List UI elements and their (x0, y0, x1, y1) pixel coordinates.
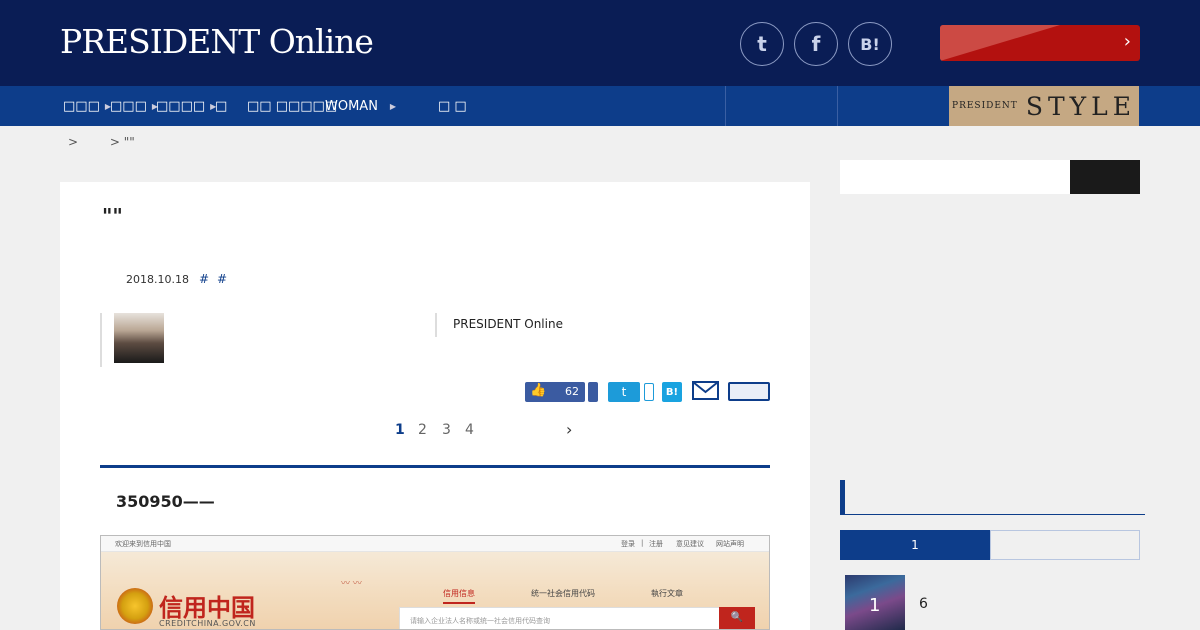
hatena-share-button[interactable]: B! (662, 382, 682, 402)
article-card: "" 2018.10.18 # # PRESIDENT Online 👍 62 … (60, 182, 810, 630)
breadcrumb-current[interactable]: > "" (110, 135, 135, 149)
ranking-tab-inactive[interactable] (990, 530, 1140, 560)
sidebar-search-input[interactable] (840, 160, 1070, 194)
caret-right-icon: ▶ (389, 101, 397, 111)
style-badge-big: STYLE (1025, 91, 1136, 121)
save-article-button[interactable] (728, 382, 770, 401)
twitter-share-button[interactable]: t (608, 382, 640, 402)
nav-item-1[interactable]: □□□ ▶ (63, 86, 111, 126)
facebook-share-button[interactable] (588, 382, 598, 402)
sidebar-search-button[interactable] (1070, 160, 1140, 194)
article-tag[interactable]: # (217, 272, 227, 286)
facebook-like-button[interactable]: 👍 62 (525, 382, 585, 402)
ranking-title[interactable]: 6 (919, 596, 928, 612)
facebook-like-count: 62 (565, 385, 579, 398)
nav-item-5[interactable]: □□ □□□□□ (247, 86, 337, 126)
embedded-screenshot: 欢迎来到信用中国 登录 | 注册 意见建议 网站声明 〰 〰 信用中国 CRED… (100, 535, 770, 630)
hatena-bookmark-icon[interactable]: B! (848, 22, 892, 66)
nav-item-3[interactable]: □□□□ ▶ (156, 86, 216, 126)
pagination-next-icon[interactable]: › (566, 420, 572, 439)
article-tag[interactable]: # (199, 272, 209, 286)
embedded-sep: | (641, 539, 644, 547)
article-date: 2018.10.18 (126, 273, 189, 286)
nav-item-label: □ □ (438, 98, 467, 114)
embedded-tab: 统一社会信用代码 (531, 589, 595, 598)
pagination-page-1[interactable]: 1 (395, 422, 405, 438)
twitter-icon: t (621, 385, 627, 399)
article-title: "" (102, 204, 123, 228)
chevron-right-icon: › (1123, 31, 1131, 52)
embedded-register: 注册 (649, 540, 663, 548)
source-divider (435, 313, 437, 337)
facebook-icon[interactable]: f (794, 22, 838, 66)
embedded-domain: CREDITCHINA.GOV.CN (159, 619, 256, 628)
site-header: PRESIDENT Online t f B! › (0, 0, 1200, 86)
birds-decoration: 〰 〰 (341, 579, 362, 589)
section-heading: 350950—— (116, 492, 215, 511)
pagination-page-4[interactable]: 4 (465, 422, 474, 438)
embedded-topbar: 欢迎来到信用中国 登录 | 注册 意见建议 网站声明 (101, 536, 769, 552)
embedded-brand: 信用中国 (159, 594, 255, 622)
site-logo[interactable]: PRESIDENT Online (60, 22, 374, 61)
pagination-page-3[interactable]: 3 (442, 422, 451, 438)
nav-item-7[interactable]: □ □ (438, 86, 467, 126)
header-cta-button[interactable]: › (940, 25, 1140, 61)
section-divider (100, 465, 770, 468)
ranking-heading (840, 480, 1145, 515)
embedded-login: 登录 (621, 540, 635, 548)
nav-divider (837, 86, 838, 126)
ranking-number: 1 (869, 595, 881, 616)
article-source: PRESIDENT Online (453, 317, 563, 331)
nav-item-label: WOMAN (325, 98, 378, 114)
embedded-search-input: 请输入企业法人名称或统一社会信用代码查询 (399, 607, 721, 629)
president-style-banner[interactable]: PRESIDENT STYLE (949, 86, 1139, 126)
search-icon: 🔍 (719, 607, 755, 629)
ranking-tab-active[interactable]: 1 (840, 530, 990, 560)
breadcrumb-separator: > (68, 135, 79, 149)
nav-item-2[interactable]: □□□ ▶ (110, 86, 158, 126)
nav-item-label: □□□□ (156, 98, 206, 114)
mail-icon (692, 381, 719, 400)
nav-item-label: □ (215, 98, 228, 114)
nav-item-woman[interactable]: WOMAN ▶ (325, 86, 396, 126)
embedded-tab: 執行文章 (651, 589, 683, 598)
twitter-icon[interactable]: t (740, 22, 784, 66)
author-box (100, 313, 440, 367)
nav-item-label: □□□ (110, 98, 147, 114)
breadcrumb: > > "" (68, 135, 163, 149)
nav-item-label: □□□ (63, 98, 100, 114)
thumbs-up-icon: 👍 (530, 383, 547, 398)
embedded-tab: 信用信息 (443, 588, 475, 604)
nav-item-4[interactable]: □ (215, 86, 227, 126)
cta-sheen (940, 25, 1060, 61)
embedded-feedback: 意见建议 (676, 540, 704, 548)
twitter-count-bubble (644, 383, 654, 401)
nav-divider (725, 86, 726, 126)
style-badge-small: PRESIDENT (952, 101, 1018, 111)
author-avatar[interactable] (114, 313, 164, 363)
embedded-notice: 网站声明 (716, 540, 744, 548)
national-emblem-icon (117, 588, 153, 624)
mail-share-button[interactable] (692, 381, 719, 404)
pagination-page-2[interactable]: 2 (418, 422, 427, 438)
nav-item-label: □□ □□□□□ (247, 98, 338, 114)
embedded-welcome: 欢迎来到信用中国 (115, 540, 171, 548)
